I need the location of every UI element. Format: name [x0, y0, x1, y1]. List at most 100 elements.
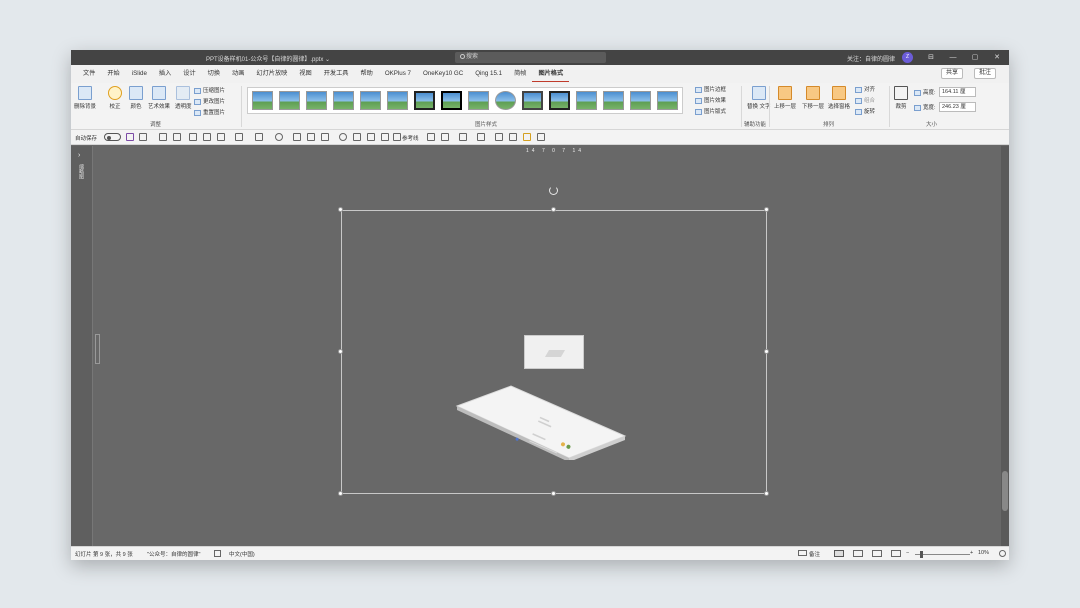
list-icon[interactable]	[353, 133, 361, 141]
accessibility-checker-icon[interactable]	[214, 550, 221, 557]
tab-design[interactable]: 设计	[177, 65, 201, 83]
distribute-icon[interactable]	[235, 133, 243, 141]
rotate-handle-icon[interactable]	[549, 186, 558, 195]
tab-help[interactable]: 帮助	[354, 65, 378, 83]
tab-home[interactable]: 开始	[101, 65, 125, 83]
resize-handle[interactable]	[338, 491, 343, 496]
minimize-button[interactable]: —	[944, 52, 962, 63]
style-thumbnail[interactable]	[522, 91, 543, 110]
picture-layout-button[interactable]: 图片版式	[695, 107, 726, 115]
style-thumbnail[interactable]	[603, 91, 624, 110]
style-thumbnail[interactable]	[657, 91, 678, 110]
tab-qing[interactable]: Qing 15.1	[469, 65, 508, 83]
resize-handle[interactable]	[764, 207, 769, 212]
tab-transitions[interactable]: 切换	[202, 65, 226, 83]
width-input[interactable]: 246.23 厘	[939, 102, 976, 112]
record-icon[interactable]	[339, 133, 347, 141]
artistic-effects-button[interactable]: 艺术效果	[148, 86, 170, 110]
style-thumbnail[interactable]	[630, 91, 651, 110]
slideshow-icon[interactable]	[891, 550, 901, 557]
style-thumbnail[interactable]	[360, 91, 381, 110]
zoom-in-icon[interactable]: +	[970, 550, 973, 556]
tab-jianzhen[interactable]: 简帧	[508, 65, 532, 83]
ribbon-display-button[interactable]: ⊟	[922, 52, 940, 63]
vertical-scrollbar[interactable]	[1001, 146, 1009, 546]
frame-icon[interactable]	[459, 133, 467, 141]
height-input[interactable]: 164.11 厘	[939, 87, 976, 97]
undo-icon[interactable]	[139, 133, 147, 141]
reset-picture-button[interactable]: 重置图片	[194, 108, 225, 116]
save-icon[interactable]	[126, 133, 134, 141]
crop-tool-icon[interactable]	[427, 133, 435, 141]
style-thumbnail[interactable]	[549, 91, 570, 110]
style-thumbnail[interactable]	[279, 91, 300, 110]
align-left-icon[interactable]	[217, 133, 225, 141]
picture-styles-gallery[interactable]	[247, 87, 683, 114]
change-picture-button[interactable]: 更改图片	[194, 97, 225, 105]
style-thumbnail[interactable]	[333, 91, 354, 110]
screenshot-icon[interactable]	[381, 133, 389, 141]
resize-handle[interactable]	[338, 207, 343, 212]
language-indicator[interactable]: 中文(中国)	[229, 550, 255, 558]
resize-handle[interactable]	[551, 207, 556, 212]
expand-chevron-icon[interactable]: ›	[78, 152, 80, 159]
fill-icon[interactable]	[293, 133, 301, 141]
picture-border-button[interactable]: 图片边框	[695, 85, 726, 93]
tab-okplus[interactable]: OKPlus 7	[379, 65, 417, 83]
thumbnail-pane[interactable]: › 缩略图	[71, 146, 100, 546]
alt-text-button[interactable]: 替换 文字	[747, 86, 771, 110]
document-title[interactable]: PPT设备样机01-公众号【自律的圆律】.pptx ⌄	[206, 54, 330, 63]
color-button[interactable]: 颜色	[129, 86, 143, 110]
tab-picture-format[interactable]: 图片格式	[532, 67, 570, 82]
selection-pane-button[interactable]: 选择窗格	[828, 86, 850, 110]
comments-button[interactable]: 批注	[974, 68, 997, 79]
zoom-level[interactable]: 10%	[978, 550, 989, 556]
zoom-out-icon[interactable]: −	[906, 550, 909, 556]
transparency-button[interactable]: 透明度	[175, 86, 192, 110]
zoom-slider[interactable]	[915, 554, 970, 555]
resize-handle[interactable]	[764, 491, 769, 496]
style-thumbnail[interactable]	[306, 91, 327, 110]
tab-animations[interactable]: 动画	[226, 65, 250, 83]
new-slide-icon[interactable]	[173, 133, 181, 141]
tab-file[interactable]: 文件	[77, 65, 101, 83]
resize-handle[interactable]	[764, 349, 769, 354]
style-thumbnail[interactable]	[468, 91, 489, 110]
resize-handle[interactable]	[338, 349, 343, 354]
tab-developer[interactable]: 开发工具	[318, 65, 355, 83]
style-thumbnail[interactable]	[252, 91, 273, 110]
print-icon[interactable]	[367, 133, 375, 141]
maximize-button[interactable]: ▢	[966, 52, 984, 63]
group-button[interactable]: 组合	[855, 96, 875, 104]
style-thumbnail[interactable]	[387, 91, 408, 110]
style-thumbnail[interactable]	[576, 91, 597, 110]
zoom-slider-thumb[interactable]	[920, 551, 923, 558]
redo-icon[interactable]	[159, 133, 167, 141]
picture-icon[interactable]	[477, 133, 485, 141]
theme-name[interactable]: "公众号：自律的圆律"	[147, 550, 200, 558]
style-thumbnail[interactable]	[414, 91, 435, 110]
corrections-button[interactable]: 校正	[108, 86, 122, 110]
image-icon[interactable]	[537, 133, 545, 141]
pen-icon[interactable]	[509, 133, 517, 141]
bring-forward-button[interactable]: 上移一层	[774, 86, 796, 110]
tab-onekey[interactable]: OneKey10 GC	[417, 65, 469, 83]
tab-view[interactable]: 视图	[293, 65, 317, 83]
close-button[interactable]: ✕	[988, 52, 1006, 63]
share-button[interactable]: 共享	[941, 68, 964, 79]
notes-button[interactable]: 备注	[809, 550, 820, 558]
shape-icon[interactable]	[203, 133, 211, 141]
autosave-toggle[interactable]	[104, 133, 121, 141]
iphone-mockup-image[interactable]	[451, 380, 631, 460]
crop-button[interactable]: 裁剪	[894, 86, 908, 110]
remove-background-button[interactable]: 删除背景	[74, 86, 96, 110]
circle-shape-icon[interactable]	[275, 133, 283, 141]
normal-view-icon[interactable]	[834, 550, 844, 557]
picture-effects-button[interactable]: 图片效果	[695, 96, 726, 104]
tab-islide[interactable]: iSlide	[126, 65, 153, 83]
arrange-icon[interactable]	[255, 133, 263, 141]
small-mockup-thumbnail[interactable]	[524, 335, 584, 369]
compress-pictures-button[interactable]: 压缩图片	[194, 86, 225, 94]
format-painter-icon[interactable]	[189, 133, 197, 141]
highlight-icon[interactable]	[523, 133, 531, 141]
